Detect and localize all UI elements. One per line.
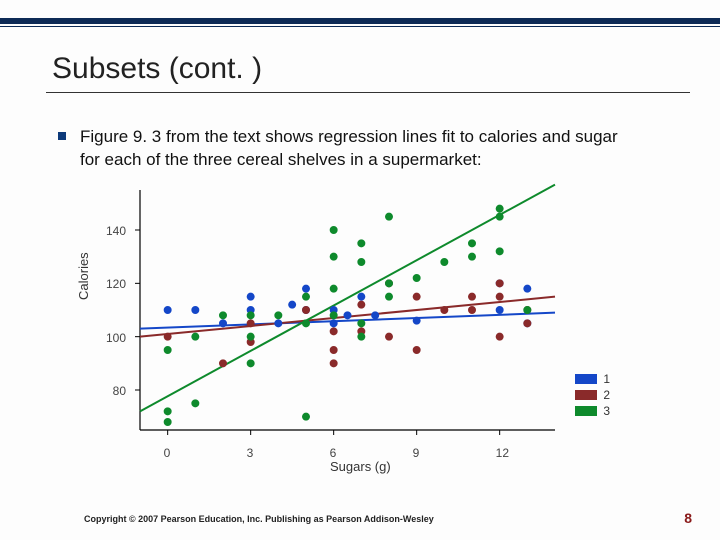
legend-label: 3 xyxy=(603,404,610,418)
header-rule xyxy=(0,18,720,24)
title-underline xyxy=(46,92,690,93)
bullet-text: Figure 9. 3 from the text shows regressi… xyxy=(80,126,640,172)
legend: 1 2 3 xyxy=(575,370,610,420)
x-tick-label: 12 xyxy=(496,446,509,460)
regression-chart: Calories Sugars (g) 80100120140 036912 1… xyxy=(100,180,620,470)
slide-title: Subsets (cont. ) xyxy=(52,52,262,86)
y-axis-label: Calories xyxy=(76,252,91,300)
legend-item: 3 xyxy=(575,404,610,418)
legend-item: 2 xyxy=(575,388,610,402)
legend-swatch-icon xyxy=(575,390,597,400)
legend-swatch-icon xyxy=(575,374,597,384)
legend-label: 2 xyxy=(603,388,610,402)
y-tick-label: 80 xyxy=(98,384,126,398)
x-axis-label: Sugars (g) xyxy=(330,459,391,474)
legend-label: 1 xyxy=(603,372,610,386)
page-number: 8 xyxy=(684,510,692,526)
y-tick-label: 120 xyxy=(98,277,126,291)
x-tick-label: 9 xyxy=(413,446,420,460)
copyright-footer: Copyright © 2007 Pearson Education, Inc.… xyxy=(84,514,434,524)
y-tick-label: 100 xyxy=(98,331,126,345)
bullet-item: Figure 9. 3 from the text shows regressi… xyxy=(58,126,670,172)
x-tick-label: 6 xyxy=(330,446,337,460)
x-tick-label: 3 xyxy=(247,446,254,460)
x-tick-label: 0 xyxy=(164,446,171,460)
bullet-marker-icon xyxy=(58,132,66,140)
chart-canvas xyxy=(100,180,620,470)
slide: Subsets (cont. ) Figure 9. 3 from the te… xyxy=(0,0,720,540)
y-tick-label: 140 xyxy=(98,224,126,238)
legend-item: 1 xyxy=(575,372,610,386)
legend-swatch-icon xyxy=(575,406,597,416)
